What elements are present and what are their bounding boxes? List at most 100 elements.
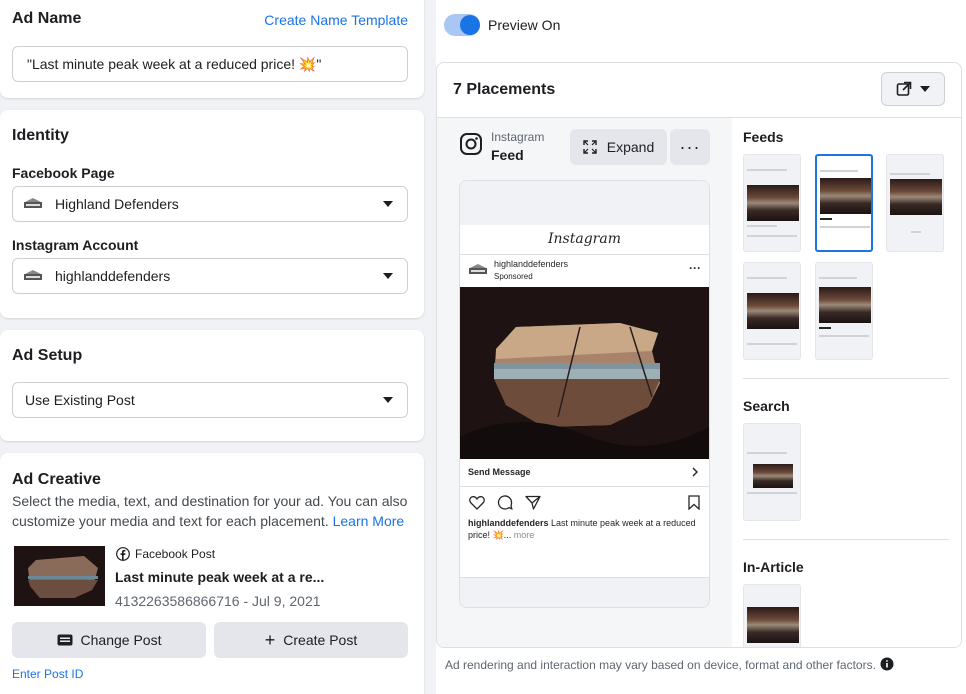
identity-card: Identity Facebook Page Highland Defender…	[0, 110, 424, 318]
section-divider	[743, 378, 949, 379]
section-feeds: Feeds	[743, 129, 784, 145]
enter-post-id-link[interactable]: Enter Post ID	[12, 667, 83, 681]
share-preview-button[interactable]	[881, 72, 945, 106]
section-divider	[743, 539, 949, 540]
section-in-article: In-Article	[743, 559, 804, 575]
change-post-label: Change Post	[80, 632, 162, 648]
caret-down-icon	[383, 397, 393, 403]
toggle-knob	[460, 15, 480, 35]
ig-account-name: highlanddefenders	[494, 259, 569, 269]
chevron-right-icon	[691, 467, 699, 477]
heart-icon[interactable]	[469, 495, 485, 510]
thumb-line	[819, 335, 869, 337]
facebook-page-select[interactable]: Highland Defenders	[12, 186, 408, 222]
thumb-line	[820, 170, 858, 172]
plus-icon: +	[264, 630, 276, 650]
thumb-line	[890, 173, 930, 175]
ad-photo	[460, 287, 709, 459]
send-message-cta[interactable]: Send Message	[468, 467, 531, 477]
ad-creative-card: Ad Creative Select the media, text, and …	[0, 453, 424, 694]
more-icon: ···	[679, 137, 701, 157]
placements-panel: 7 Placements Instagram Feed Expand ··· I…	[436, 62, 962, 648]
caret-down-icon	[383, 273, 393, 279]
instagram-icon	[459, 132, 483, 156]
more-options-button[interactable]: ···	[670, 129, 710, 165]
instagram-wordmark: Instagram	[548, 231, 621, 247]
thumb-line	[747, 343, 797, 345]
post-more-icon[interactable]: ···	[689, 261, 701, 275]
thumb-line	[820, 218, 832, 220]
post-title: Last minute peak week at a re...	[115, 569, 325, 585]
ad-preview-area: Instagram Feed Expand ··· Instagram high…	[437, 117, 732, 647]
page-avatar	[23, 197, 43, 211]
create-name-template-link[interactable]: Create Name Template	[264, 12, 408, 28]
instagram-account-label: Instagram Account	[12, 237, 139, 253]
post-meta: 4132263586866716 - Jul 9, 2021	[115, 593, 321, 609]
caption-more[interactable]: more	[514, 530, 535, 540]
instagram-account-select[interactable]: highlanddefenders	[12, 258, 408, 294]
placement-thumb-facebook-video-feeds[interactable]	[743, 262, 801, 360]
ad-creative-description: Select the media, text, and destination …	[12, 491, 417, 531]
instagram-account-value: highlanddefenders	[55, 268, 171, 284]
preview-platform: Instagram	[491, 130, 545, 144]
comment-icon[interactable]	[497, 495, 513, 510]
info-icon[interactable]	[880, 657, 894, 671]
phone-bottom-bar	[460, 577, 709, 607]
ad-setup-select[interactable]: Use Existing Post	[12, 382, 408, 418]
thumb-line	[820, 226, 870, 228]
learn-more-link[interactable]: Learn More	[333, 513, 405, 529]
placement-list: Feeds Search In-Article	[732, 117, 961, 647]
preview-toggle[interactable]	[444, 14, 480, 36]
placements-title: 7 Placements	[453, 81, 556, 98]
identity-heading: Identity	[12, 127, 69, 144]
post-source-label: Facebook Post	[135, 547, 216, 561]
facebook-page-value: Highland Defenders	[55, 196, 179, 212]
footer-note: Ad rendering and interaction may vary ba…	[445, 658, 876, 672]
expand-label: Expand	[606, 139, 655, 155]
preview-toggle-label: Preview On	[488, 17, 561, 33]
thumb-image	[820, 178, 871, 214]
section-search: Search	[743, 398, 790, 414]
placement-thumb-facebook-marketplace[interactable]	[886, 154, 944, 252]
thumb-image	[747, 185, 799, 221]
post-thumbnail	[14, 546, 105, 606]
thumb-line	[911, 231, 921, 233]
thumb-line	[747, 492, 797, 494]
phone-top-bar	[460, 181, 709, 225]
cta-divider	[460, 486, 709, 487]
placement-thumb-instagram-feed[interactable]	[815, 154, 873, 252]
post-icon	[57, 634, 73, 646]
caption-account: highlanddefenders	[468, 518, 549, 528]
thumb-image	[747, 293, 799, 329]
facebook-page-label: Facebook Page	[12, 165, 115, 181]
expand-button[interactable]: Expand	[570, 129, 667, 165]
expand-icon	[583, 140, 597, 154]
instagram-ad-mockup: Instagram highlanddefenders Sponsored ··…	[459, 180, 710, 608]
share-icon[interactable]	[525, 495, 541, 510]
ad-creative-heading: Ad Creative	[12, 471, 101, 488]
thumb-image	[747, 607, 799, 643]
bookmark-icon[interactable]	[688, 495, 700, 510]
thumb-line	[819, 327, 831, 329]
ad-setup-heading: Ad Setup	[12, 347, 83, 364]
thumb-image	[753, 464, 793, 488]
thumb-image	[890, 179, 942, 215]
ad-name-card: Ad Name Create Name Template "Last minut…	[0, 0, 424, 98]
change-post-button[interactable]: Change Post	[12, 622, 206, 658]
ad-setup-value: Use Existing Post	[25, 392, 135, 408]
placement-thumb-facebook-feed[interactable]	[743, 154, 801, 252]
thumb-line	[747, 225, 777, 227]
placement-thumb-in-article[interactable]	[743, 584, 801, 647]
placement-thumb-search[interactable]	[743, 423, 801, 521]
thumb-line	[747, 452, 787, 454]
thumb-line	[747, 277, 787, 279]
ad-name-heading: Ad Name	[12, 10, 82, 27]
create-post-button[interactable]: + Create Post	[214, 622, 408, 658]
caret-down-icon	[920, 86, 930, 92]
thumb-line	[819, 277, 857, 279]
caret-down-icon	[383, 201, 393, 207]
ad-name-input[interactable]: "Last minute peak week at a reduced pric…	[12, 46, 408, 82]
placement-thumb-instagram-explore[interactable]	[815, 262, 873, 360]
ad-setup-card: Ad Setup Use Existing Post	[0, 330, 424, 441]
account-avatar	[468, 263, 488, 277]
